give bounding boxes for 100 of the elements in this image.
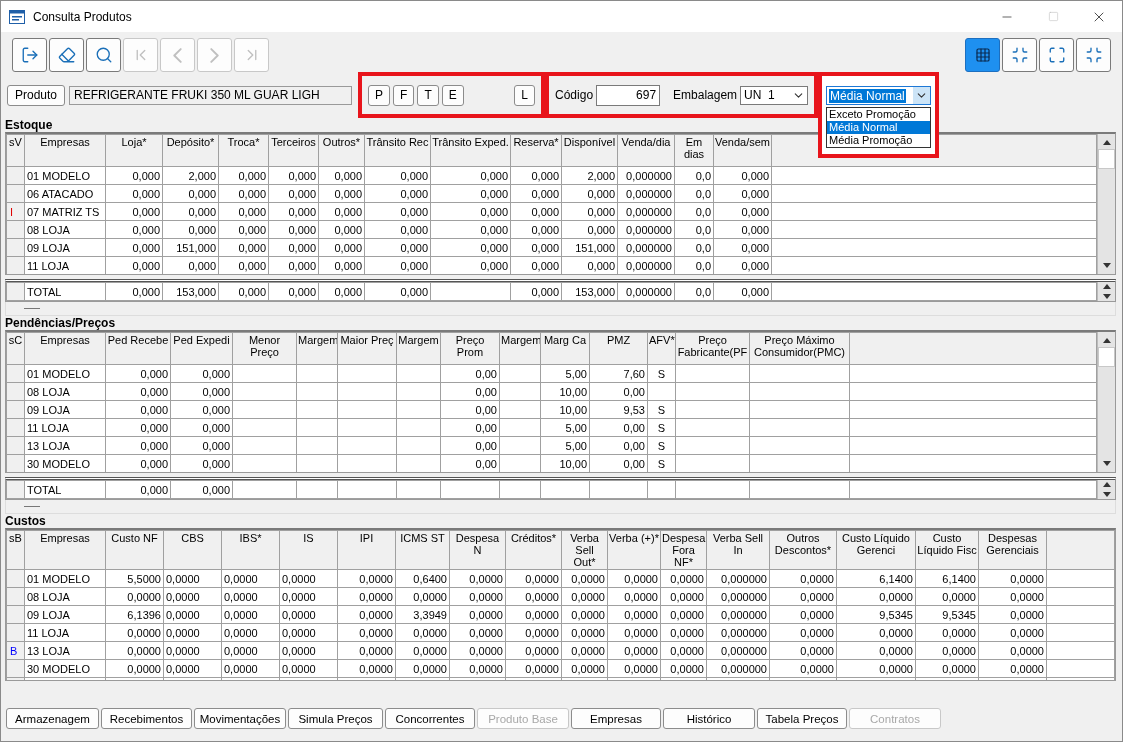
table-cell: 0,00: [440, 400, 500, 419]
table-cell: [396, 418, 441, 437]
section-title: Custos: [5, 514, 46, 528]
column-header: Preço Máximo Consumidor(PMC): [749, 332, 850, 365]
table-cell: 0,000: [105, 220, 163, 239]
table-cell: 153,000: [162, 282, 219, 301]
action-button[interactable]: Empresas: [571, 708, 661, 729]
table-cell: 0,000: [170, 400, 233, 419]
exit-button[interactable]: [12, 38, 47, 72]
column-header: Reserva*: [510, 134, 562, 167]
table-cell: 2,000: [561, 166, 618, 185]
table-cell: 0,000000: [706, 641, 770, 660]
search-button[interactable]: [86, 38, 121, 72]
expand-icon: [1047, 46, 1066, 64]
table-cell: [296, 382, 338, 401]
table-cell: 0,00: [440, 382, 500, 401]
table-cell: 0,000000: [706, 659, 770, 678]
table-cell: 5,00: [540, 436, 590, 455]
table-cell: [232, 364, 297, 383]
table-cell: [647, 480, 676, 499]
table-cell: 0,0000: [337, 605, 396, 624]
table-cell: 0,0000: [836, 659, 916, 678]
column-header: IBS*: [221, 530, 280, 570]
column-header: Despesa N: [449, 530, 506, 570]
action-button[interactable]: Movimentações: [194, 708, 286, 729]
table-cell: 30 MODELO: [24, 454, 106, 472]
table-cell: [232, 436, 297, 455]
action-button[interactable]: Simula Preços: [288, 708, 383, 729]
table-cell: 0,000: [105, 184, 163, 203]
table-cell: 0,00: [440, 418, 500, 437]
table-cell: 0,0000: [105, 659, 164, 678]
product-field[interactable]: REFRIGERANTE FRUKI 350 ML GUAR LIGH: [69, 85, 353, 105]
collapse-button[interactable]: [1002, 38, 1037, 72]
column-header: Outros Descontos*: [769, 530, 837, 570]
table-cell: 0,000: [318, 184, 365, 203]
table-cell: 0,000: [561, 202, 618, 221]
average-select[interactable]: Média Normal: [826, 86, 932, 105]
splitter-handle[interactable]: [24, 506, 40, 507]
spin-control[interactable]: [1097, 282, 1115, 301]
action-button[interactable]: Histórico: [663, 708, 755, 729]
table-cell: 0,00: [589, 436, 648, 455]
table-cell: 01 MODELO: [24, 364, 106, 383]
vertical-scrollbar[interactable]: [1097, 134, 1115, 274]
packaging-select[interactable]: UN 1: [740, 85, 809, 105]
product-button[interactable]: Produto: [7, 84, 66, 106]
table-cell: 0,000: [430, 238, 511, 257]
letter-button[interactable]: L: [514, 84, 536, 106]
expand-button[interactable]: [1039, 38, 1074, 72]
table-cell: 0,0000: [279, 641, 338, 660]
code-field[interactable]: 697: [596, 84, 661, 106]
table-cell: 0,000: [510, 184, 562, 203]
spin-control[interactable]: [1097, 480, 1115, 499]
action-button[interactable]: Armazenagem: [6, 708, 99, 729]
clear-button[interactable]: [49, 38, 84, 72]
splitter-handle[interactable]: [24, 308, 40, 309]
table-cell: 0,0000: [607, 605, 661, 624]
dropdown-option[interactable]: Média Normal: [827, 121, 931, 134]
table-cell: 08 LOJA: [24, 220, 106, 239]
table-cell: 0,0: [674, 184, 714, 203]
table-cell: S: [647, 400, 676, 419]
collapse-button[interactable]: [1076, 38, 1111, 72]
table-cell: 0,000: [713, 166, 772, 185]
chevron-right-icon: [210, 47, 219, 63]
table-cell: 9,5345: [836, 605, 916, 624]
action-button[interactable]: Tabela Preços: [757, 708, 847, 729]
grid-button[interactable]: [965, 38, 1000, 72]
table-cell: TOTAL: [24, 480, 106, 499]
vertical-scrollbar[interactable]: [1097, 332, 1115, 472]
column-header: Trânsito Exped.: [430, 134, 511, 167]
letter-button[interactable]: T: [417, 84, 439, 106]
table-cell: 0,0000: [221, 623, 280, 642]
column-header: Despesa Fora NF*: [660, 530, 707, 570]
table-cell: 0,0000: [607, 641, 661, 660]
letter-button[interactable]: P: [368, 84, 391, 106]
table-cell: 0,0000: [561, 605, 608, 624]
table-cell: [337, 382, 397, 401]
table-cell: [296, 364, 338, 383]
column-header: Menor Preço: [232, 332, 297, 365]
table-cell: 0,0000: [163, 623, 222, 642]
table-cell: 153,000: [561, 282, 618, 301]
letter-button[interactable]: F: [393, 84, 415, 106]
column-header: Verba (+)*: [607, 530, 661, 570]
table-cell: [296, 418, 338, 437]
table-cell: 0,0000: [769, 623, 837, 642]
table-cell: 0,000: [510, 166, 562, 185]
table-cell: 11 LOJA: [24, 418, 106, 437]
column-header: IPI: [337, 530, 396, 570]
table-cell: 0,6400: [395, 569, 450, 588]
table-cell: 0,000000: [706, 587, 770, 606]
table-cell: 0,000000: [617, 238, 675, 257]
letter-button[interactable]: E: [441, 84, 464, 106]
table-cell: 0,0000: [449, 623, 506, 642]
action-button[interactable]: Recebimentos: [101, 708, 192, 729]
table-cell: [440, 480, 500, 499]
table-cell: 0,000: [713, 220, 772, 239]
table-cell: S: [647, 364, 676, 383]
action-button[interactable]: Concorrentes: [385, 708, 475, 729]
grid-icon: [974, 47, 991, 63]
table-cell: 0,0000: [279, 605, 338, 624]
table-cell: 0,0000: [505, 659, 562, 678]
